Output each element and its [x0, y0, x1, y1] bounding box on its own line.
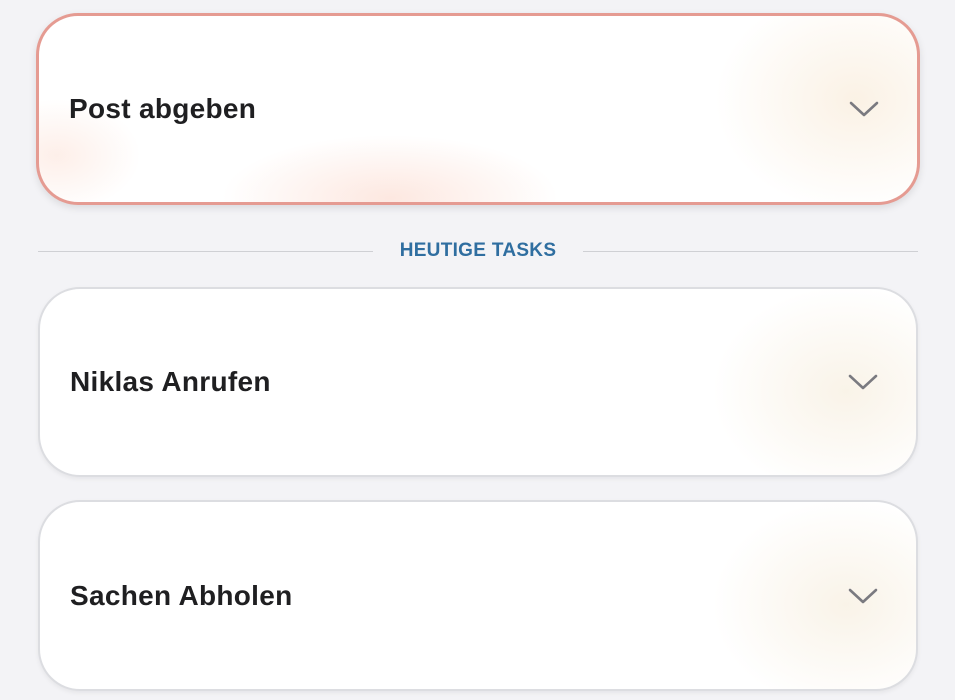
divider-line-right [583, 251, 918, 252]
task-card[interactable]: Niklas Anrufen [38, 287, 918, 477]
section-divider: HEUTIGE TASKS [38, 234, 918, 268]
task-card-overdue[interactable]: Post abgeben [36, 13, 920, 205]
task-title: Niklas Anrufen [70, 366, 271, 397]
task-title: Sachen Abholen [70, 579, 293, 611]
chevron-down-icon[interactable] [848, 587, 878, 605]
task-card[interactable]: Sachen Abholen [38, 500, 918, 691]
chevron-down-icon[interactable] [848, 373, 878, 391]
task-title: Post abgeben [69, 93, 257, 124]
chevron-down-icon[interactable] [849, 100, 879, 118]
